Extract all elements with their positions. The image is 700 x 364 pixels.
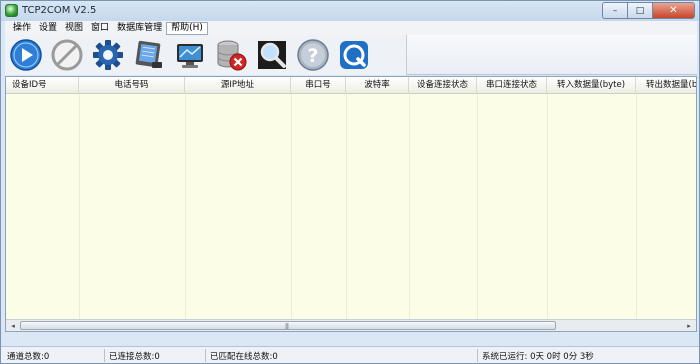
scrollbar-thumb[interactable]: ||| — [20, 321, 556, 330]
connection-table: 设备ID号 电话号码 源IP地址 串口号 波特率 设备连接状态 串口连接状态 转… — [5, 76, 697, 332]
title-bar[interactable]: TCP2COM V2.5 – □ ✕ — [1, 1, 699, 21]
menu-settings[interactable]: 设置 — [35, 22, 61, 35]
stop-icon — [51, 39, 83, 71]
scrollbar-grip: ||| — [285, 323, 289, 330]
status-connected-count: 已连接总数:0 — [109, 352, 160, 362]
toolbar: ? — [5, 35, 697, 75]
window-title: TCP2COM V2.5 — [22, 5, 97, 16]
column-divider — [79, 94, 80, 319]
maximize-button[interactable]: □ — [627, 2, 652, 19]
start-button[interactable] — [7, 36, 45, 74]
window-controls: – □ ✕ — [602, 2, 695, 19]
column-divider — [409, 94, 410, 319]
menu-view[interactable]: 视图 — [61, 22, 87, 35]
column-header-source-ip[interactable]: 源IP地址 — [185, 77, 291, 94]
tablet-icon — [135, 40, 162, 68]
column-header-device-id[interactable]: 设备ID号 — [6, 77, 79, 94]
column-header-device-status[interactable]: 设备连接状态 — [409, 77, 477, 94]
monitor-button[interactable] — [171, 36, 209, 74]
play-icon — [10, 39, 42, 71]
column-divider — [477, 94, 478, 319]
status-bar: 通道总数:0 已连接总数:0 已匹配在线总数:0 系统已运行: 0天 0时 0分… — [1, 346, 699, 363]
app-icon — [5, 4, 18, 17]
help-icon: ? — [297, 39, 329, 71]
menu-window[interactable]: 窗口 — [87, 22, 113, 35]
scroll-right-arrow-icon[interactable]: ▸ — [683, 321, 695, 331]
status-uptime: 系统已运行: 0天 0时 0分 3秒 — [482, 352, 594, 362]
column-divider — [185, 94, 186, 319]
device-button[interactable] — [130, 36, 168, 74]
column-divider — [346, 94, 347, 319]
refresh-button[interactable] — [335, 36, 373, 74]
app-window: TCP2COM V2.5 – □ ✕ 操作 设置 视图 窗口 数据库管理 帮助(… — [0, 0, 700, 364]
column-header-serial-port[interactable]: 串口号 — [291, 77, 346, 94]
menu-bar: 操作 设置 视图 窗口 数据库管理 帮助(H) — [5, 21, 697, 35]
search-button[interactable] — [253, 36, 291, 74]
menu-operate[interactable]: 操作 — [9, 22, 35, 35]
minimize-button[interactable]: – — [602, 2, 627, 19]
monitor-icon — [177, 44, 203, 68]
column-header-serial-status[interactable]: 串口连接状态 — [477, 77, 547, 94]
column-divider — [291, 94, 292, 319]
status-matched-online-count: 已匹配在线总数:0 — [210, 352, 278, 362]
status-divider — [104, 349, 105, 362]
horizontal-scrollbar[interactable]: ◂ ||| ▸ — [6, 319, 696, 331]
search-icon — [258, 41, 286, 69]
svg-text:?: ? — [307, 45, 318, 67]
database-delete-icon — [217, 40, 247, 71]
stop-button[interactable] — [48, 36, 86, 74]
column-header-phone[interactable]: 电话号码 — [79, 77, 185, 94]
menu-help[interactable]: 帮助(H) — [166, 21, 208, 35]
help-button[interactable]: ? — [294, 36, 332, 74]
column-header-bytes-in[interactable]: 转入数据量(byte) — [547, 77, 636, 94]
column-divider — [547, 94, 548, 319]
table-header: 设备ID号 电话号码 源IP地址 串口号 波特率 设备连接状态 串口连接状态 转… — [6, 77, 696, 94]
scroll-left-arrow-icon[interactable]: ◂ — [7, 321, 19, 331]
column-header-bytes-out[interactable]: 转出数据量(byte) — [636, 77, 696, 94]
close-button[interactable]: ✕ — [652, 2, 695, 19]
status-channel-count: 通道总数:0 — [7, 352, 50, 362]
refresh-icon — [340, 41, 368, 69]
database-delete-button[interactable] — [212, 36, 250, 74]
column-divider — [636, 94, 637, 319]
gear-icon — [93, 40, 123, 70]
status-divider — [477, 349, 478, 362]
menu-database[interactable]: 数据库管理 — [113, 22, 166, 35]
toolbar-buttons: ? — [5, 35, 407, 75]
settings-button[interactable] — [89, 36, 127, 74]
column-header-baud-rate[interactable]: 波特率 — [346, 77, 409, 94]
status-divider — [205, 349, 206, 362]
